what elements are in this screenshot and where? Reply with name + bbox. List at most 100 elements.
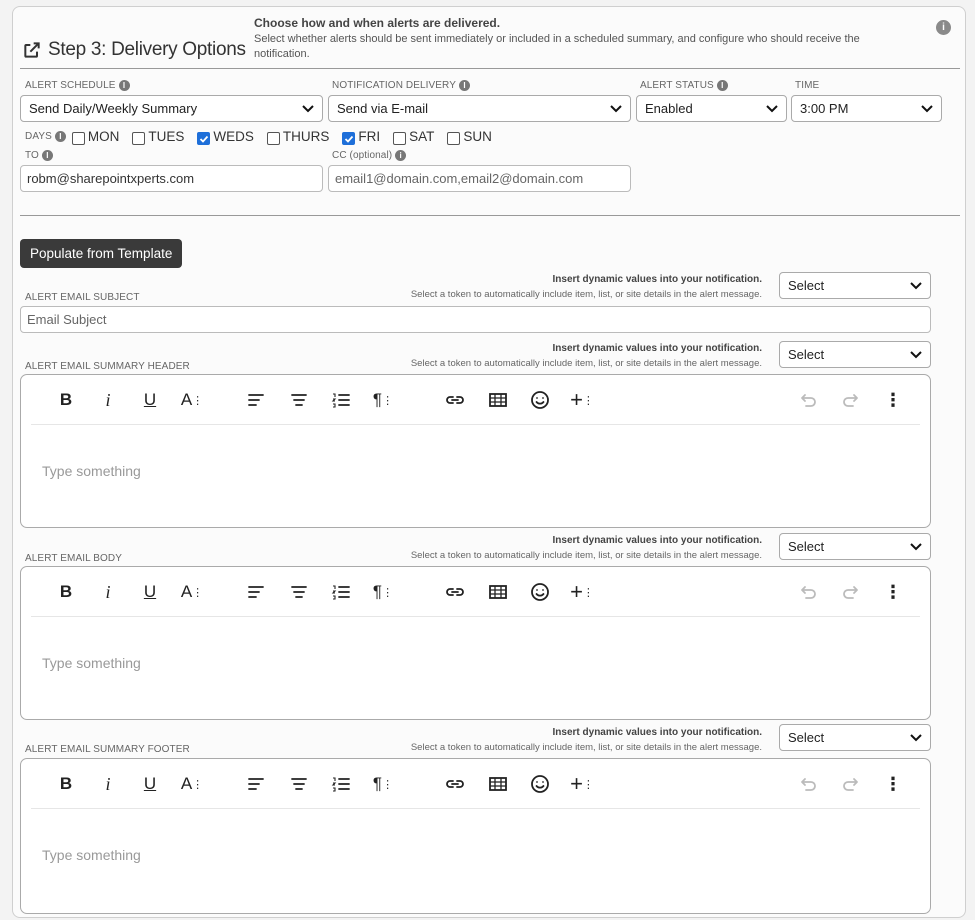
ordered-list-icon[interactable] [328, 389, 354, 411]
info-icon[interactable]: i [936, 20, 951, 35]
insert-more-icon[interactable]: + ⋮ [569, 579, 595, 604]
day-sun-checkbox[interactable]: SUN [447, 129, 492, 145]
summary-footer-editor[interactable]: Bi U A ⋮ ¶ ⋮ + ⋮ ⋮ Type something [20, 758, 931, 914]
font-size-icon[interactable]: A ⋮ [179, 389, 205, 411]
ordered-list-icon[interactable] [328, 581, 354, 603]
info-icon[interactable]: i [716, 80, 728, 91]
token-hint-heading: Insert dynamic values into your notifica… [552, 727, 762, 738]
bold-icon[interactable]: B [53, 581, 79, 603]
email-body-label: ALERT EMAIL BODY [25, 553, 123, 564]
redo-icon[interactable] [838, 581, 864, 603]
table-icon[interactable] [485, 773, 511, 795]
bold-icon[interactable]: B [53, 389, 79, 411]
font-size-icon[interactable]: A ⋮ [179, 581, 205, 603]
cc-input[interactable]: email1@domain.com,email2@domain.com [328, 165, 631, 192]
table-icon[interactable] [485, 389, 511, 411]
redo-icon[interactable] [838, 389, 864, 411]
summary-footer-token-select[interactable]: Select [779, 724, 931, 751]
notification-delivery-select[interactable]: Send via E-mail [328, 95, 631, 122]
subject-token-select[interactable]: Select [779, 272, 931, 299]
chevron-down-icon [910, 281, 922, 289]
insert-more-icon[interactable]: + ⋮ [569, 387, 595, 412]
italic-icon[interactable]: i [95, 581, 121, 603]
summary-header-token-select[interactable]: Select [779, 341, 931, 368]
underline-icon[interactable]: U [137, 389, 163, 411]
delivery-options-card: Step 3: Delivery Options Choose how and … [12, 6, 966, 918]
insert-more-icon[interactable]: + ⋮ [569, 771, 595, 796]
align-left-icon[interactable] [243, 389, 269, 411]
summary-header-label: ALERT EMAIL SUMMARY HEADER [25, 361, 190, 372]
step-description-heading: Choose how and when alerts are delivered… [254, 16, 501, 30]
bold-icon[interactable]: B [53, 773, 79, 795]
paragraph-format-icon[interactable]: ¶ ⋮ [370, 389, 396, 411]
editor-placeholder[interactable]: Type something [42, 847, 141, 863]
alert-email-subject-label: ALERT EMAIL SUBJECT [25, 292, 140, 303]
alert-schedule-label: ALERT SCHEDULE i [25, 80, 130, 91]
alert-schedule-select[interactable]: Send Daily/Weekly Summary [20, 95, 323, 122]
token-hint-heading: Insert dynamic values into your notifica… [552, 343, 762, 354]
alert-status-label: ALERT STATUS i [640, 80, 728, 91]
align-center-icon[interactable] [286, 389, 312, 411]
emoji-icon[interactable] [527, 773, 553, 795]
undo-icon[interactable] [795, 773, 821, 795]
align-center-icon[interactable] [286, 581, 312, 603]
token-hint-text: Select a token to automatically include … [410, 358, 762, 369]
day-mon-checkbox[interactable]: MON [71, 129, 119, 145]
token-hint-text: Select a token to automatically include … [410, 550, 762, 561]
paragraph-format-icon[interactable]: ¶ ⋮ [370, 773, 396, 795]
notification-delivery-label: NOTIFICATION DELIVERY i [332, 80, 470, 91]
underline-icon[interactable]: U [137, 773, 163, 795]
undo-icon[interactable] [795, 389, 821, 411]
email-subject-input[interactable]: Email Subject [20, 306, 931, 333]
editor-toolbar: Bi U A ⋮ ¶ ⋮ + ⋮ ⋮ [31, 759, 920, 809]
font-size-icon[interactable]: A ⋮ [179, 773, 205, 795]
link-icon[interactable] [442, 581, 468, 603]
ordered-list-icon[interactable] [328, 773, 354, 795]
day-thurs-checkbox[interactable]: THURS [266, 129, 329, 145]
emoji-icon[interactable] [527, 389, 553, 411]
underline-icon[interactable]: U [137, 581, 163, 603]
info-icon[interactable]: i [458, 80, 470, 91]
more-options-icon[interactable]: ⋮ [880, 581, 906, 603]
to-input[interactable]: robm@sharepointxperts.com [20, 165, 323, 192]
italic-icon[interactable]: i [95, 389, 121, 411]
days-selector: DAYS i MON TUES WEDS THURS FRI SAT SUN [25, 129, 505, 145]
alert-status-select[interactable]: Enabled [636, 95, 787, 122]
info-icon[interactable]: i [118, 80, 130, 91]
info-icon[interactable]: i [54, 131, 66, 142]
align-center-icon[interactable] [286, 773, 312, 795]
day-tues-checkbox[interactable]: TUES [132, 129, 184, 145]
step-title: Step 3: Delivery Options [22, 39, 246, 61]
align-left-icon[interactable] [243, 581, 269, 603]
emoji-icon[interactable] [527, 581, 553, 603]
token-hint-heading: Insert dynamic values into your notifica… [552, 274, 762, 285]
editor-placeholder[interactable]: Type something [42, 463, 141, 479]
more-options-icon[interactable]: ⋮ [880, 389, 906, 411]
more-options-icon[interactable]: ⋮ [880, 773, 906, 795]
align-left-icon[interactable] [243, 773, 269, 795]
time-select[interactable]: 3:00 PM [791, 95, 942, 122]
day-weds-checkbox[interactable]: WEDS [197, 129, 254, 145]
day-sat-checkbox[interactable]: SAT [393, 129, 434, 145]
token-hint-heading: Insert dynamic values into your notifica… [552, 535, 762, 546]
paragraph-format-icon[interactable]: ¶ ⋮ [370, 581, 396, 603]
editor-toolbar: Bi U A ⋮ ¶ ⋮ + ⋮ ⋮ [31, 375, 920, 425]
summary-header-editor[interactable]: Bi U A ⋮ ¶ ⋮ + ⋮ ⋮ Type something [20, 374, 931, 528]
email-body-editor[interactable]: Bi U A ⋮ ¶ ⋮ + ⋮ ⋮ Type something [20, 566, 931, 720]
divider [20, 68, 960, 69]
table-icon[interactable] [485, 581, 511, 603]
info-icon[interactable]: i [41, 150, 53, 161]
step-description-text: Select whether alerts should be sent imm… [254, 33, 860, 60]
summary-footer-label: ALERT EMAIL SUMMARY FOOTER [25, 744, 190, 755]
link-icon[interactable] [442, 773, 468, 795]
info-icon[interactable]: i [395, 150, 407, 161]
day-fri-checkbox[interactable]: FRI [342, 129, 380, 145]
populate-from-template-button[interactable]: Populate from Template [20, 239, 183, 268]
redo-icon[interactable] [838, 773, 864, 795]
body-token-select[interactable]: Select [779, 533, 931, 560]
undo-icon[interactable] [795, 581, 821, 603]
chevron-down-icon [910, 542, 922, 550]
editor-placeholder[interactable]: Type something [42, 655, 141, 671]
link-icon[interactable] [442, 389, 468, 411]
italic-icon[interactable]: i [95, 773, 121, 795]
